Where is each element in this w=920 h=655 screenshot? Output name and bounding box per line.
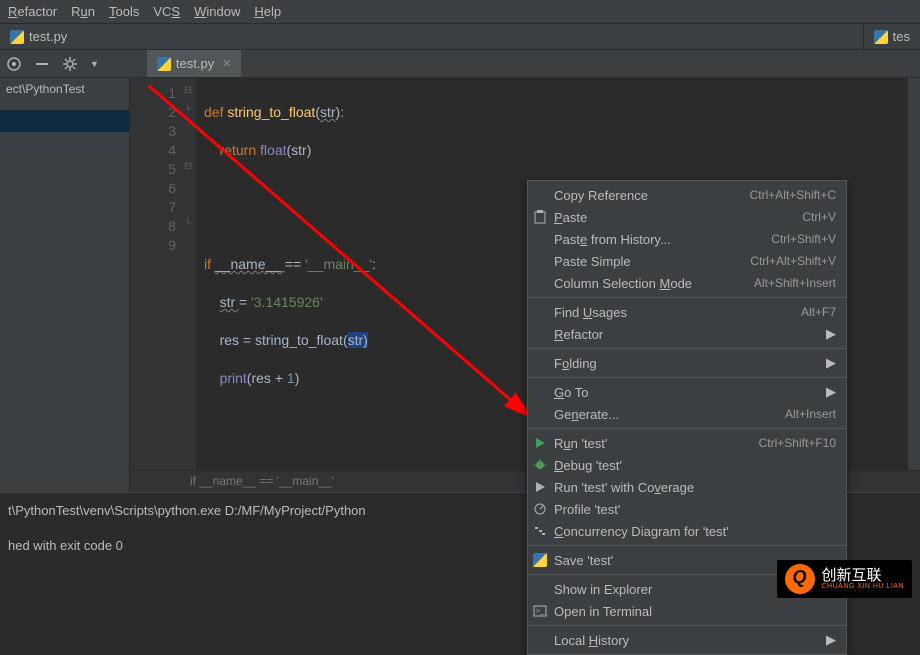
gear-icon[interactable] xyxy=(62,56,78,72)
cm-concurrency[interactable]: Concurrency Diagram for 'test' xyxy=(528,520,846,542)
editor-scrollbar[interactable] xyxy=(908,78,920,470)
cm-folding[interactable]: Folding▶ xyxy=(528,352,846,374)
right-file-label: tes xyxy=(893,29,910,44)
menu-run[interactable]: Run xyxy=(71,4,95,19)
svg-text:>_: >_ xyxy=(536,608,544,615)
cm-local-history[interactable]: Local History▶ xyxy=(528,629,846,651)
watermark-main: 创新互联 xyxy=(821,567,881,584)
nav-file-label: test.py xyxy=(29,29,67,44)
cm-column-selection[interactable]: Column Selection ModeAlt+Shift+Insert xyxy=(528,272,846,294)
menu-separator xyxy=(528,377,846,378)
run-icon xyxy=(533,436,547,450)
profile-icon xyxy=(533,502,547,516)
cm-coverage[interactable]: Run 'test' with Coverage xyxy=(528,476,846,498)
python-file-icon xyxy=(10,30,24,44)
menu-separator xyxy=(528,348,846,349)
fold-column[interactable]: ⊟ └ ⊟ └ xyxy=(182,78,196,470)
menu-separator xyxy=(528,297,846,298)
paste-icon xyxy=(533,210,547,224)
watermark-sub: CHUANG XIN HU LIAN xyxy=(821,583,904,590)
line-number: 6 xyxy=(130,179,176,198)
menu-tools[interactable]: Tools xyxy=(109,4,139,19)
line-number: 1 xyxy=(130,84,176,103)
menu-refactor[interactable]: Refactor xyxy=(8,4,57,19)
cm-find-usages[interactable]: Find UsagesAlt+F7 xyxy=(528,301,846,323)
python-file-icon xyxy=(157,57,171,71)
cm-profile[interactable]: Profile 'test' xyxy=(528,498,846,520)
close-tab-icon[interactable]: ✕ xyxy=(222,57,231,70)
cm-run-test[interactable]: Run 'test'Ctrl+Shift+F10 xyxy=(528,432,846,454)
collapse-icon[interactable] xyxy=(34,56,50,72)
project-sidebar[interactable]: ect\PythonTest xyxy=(0,78,130,492)
sidebar-selection[interactable] xyxy=(0,110,129,132)
fold-minus-icon[interactable]: ⊟ xyxy=(184,161,192,172)
debug-icon xyxy=(533,458,547,472)
cm-open-terminal[interactable]: >_Open in Terminal xyxy=(528,600,846,622)
editor-tab-active[interactable]: test.py ✕ xyxy=(147,50,243,77)
code-content[interactable]: def string_to_float(str): return float(s… xyxy=(182,78,376,470)
cm-paste-history[interactable]: Paste from History...Ctrl+Shift+V xyxy=(528,228,846,250)
fold-end-icon[interactable]: └ xyxy=(184,218,191,229)
menu-bar: Refactor Run Tools VCS Window Help xyxy=(0,0,920,24)
line-number: 9 xyxy=(130,236,176,255)
line-number: 4 xyxy=(130,141,176,160)
fold-minus-icon[interactable]: ⊟ xyxy=(184,85,192,96)
terminal-icon: >_ xyxy=(533,604,547,618)
watermark: 创新互联 CHUANG XIN HU LIAN xyxy=(777,560,912,598)
menu-window[interactable]: Window xyxy=(194,4,240,19)
cm-debug-test[interactable]: Debug 'test' xyxy=(528,454,846,476)
right-file-tab[interactable]: tes xyxy=(863,24,920,49)
cm-paste[interactable]: PasteCtrl+V xyxy=(528,206,846,228)
menu-separator xyxy=(528,545,846,546)
python-file-icon xyxy=(874,30,888,44)
cm-generate[interactable]: Generate...Alt+Insert xyxy=(528,403,846,425)
line-number: 8 xyxy=(130,217,176,236)
editor-tab-label: test.py xyxy=(176,56,214,71)
line-number: 7 xyxy=(130,198,176,217)
coverage-icon xyxy=(533,480,547,494)
menu-separator xyxy=(528,625,846,626)
toolbar: ▼ test.py ✕ xyxy=(0,50,920,78)
cm-copy-reference[interactable]: Copy ReferenceCtrl+Alt+Shift+C xyxy=(528,184,846,206)
target-icon[interactable] xyxy=(6,56,22,72)
line-number: 5 xyxy=(130,160,176,179)
tabs-row: test.py tes xyxy=(0,24,920,50)
project-path[interactable]: ect\PythonTest xyxy=(0,78,129,100)
python-icon xyxy=(533,553,547,567)
cm-goto[interactable]: Go To▶ xyxy=(528,381,846,403)
nav-file-tab[interactable]: test.py xyxy=(0,24,77,49)
dropdown-arrow-icon[interactable]: ▼ xyxy=(90,59,99,69)
fold-end-icon[interactable]: └ xyxy=(184,104,191,115)
cm-paste-simple[interactable]: Paste SimpleCtrl+Alt+Shift+V xyxy=(528,250,846,272)
menu-vcs[interactable]: VCS xyxy=(153,4,180,19)
line-gutter: 1 2 3 4 5 6 7 8 9 xyxy=(130,78,182,470)
watermark-logo-icon xyxy=(785,564,815,594)
cm-refactor[interactable]: Refactor▶ xyxy=(528,323,846,345)
line-number: 3 xyxy=(130,122,176,141)
line-number: 2 xyxy=(130,103,176,122)
concurrency-icon xyxy=(533,524,547,538)
menu-help[interactable]: Help xyxy=(254,4,281,19)
menu-separator xyxy=(528,428,846,429)
